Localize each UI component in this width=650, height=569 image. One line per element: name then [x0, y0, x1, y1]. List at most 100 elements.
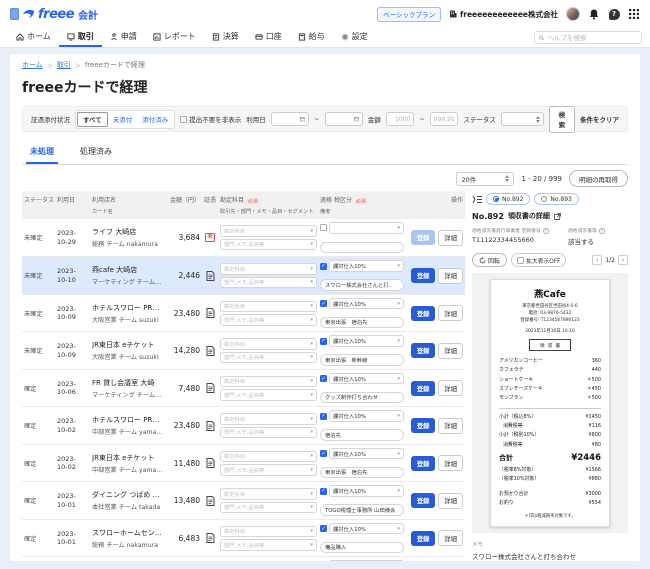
tax-category-select[interactable]: 課対仕入10%▾: [329, 560, 404, 561]
tax-category-select[interactable]: 課対仕入10%▾: [329, 298, 404, 310]
register-button[interactable]: 登録: [411, 268, 436, 283]
tax-category-select[interactable]: 課対仕入10%▾: [329, 410, 404, 422]
table-row[interactable]: 確定 2023-10-06 FR 貸し会議室 大崎 マーケティング チーム ta…: [22, 370, 465, 408]
register-button[interactable]: 登録: [411, 381, 436, 396]
missing-receipt-icon[interactable]: 未: [203, 233, 217, 242]
receipt-tab-no892[interactable]: No.892: [486, 193, 530, 205]
nav-item-requests[interactable]: 申請: [102, 28, 145, 47]
detail-button[interactable]: 詳細: [438, 380, 463, 396]
note-input[interactable]: [320, 429, 404, 441]
per-page-select[interactable]: 20件: [456, 172, 514, 186]
detail-tags-select[interactable]: 部門,メモ,品目等▾: [220, 389, 317, 401]
detail-tags-select[interactable]: 部門,メモ,品目等▾: [220, 352, 317, 364]
account-item-select[interactable]: 勘定科目▾: [220, 488, 317, 500]
account-item-select[interactable]: 勘定科目▾: [220, 301, 317, 313]
nav-item-settings[interactable]: 設定: [333, 28, 376, 47]
table-row[interactable]: 未確定 2023-10-10 燕cafe 大崎店 マーケティング チーム tan…: [22, 257, 465, 295]
evidence-filter-unattached[interactable]: 未添付: [108, 113, 138, 126]
register-button[interactable]: 登録: [411, 493, 436, 508]
question-icon[interactable]: ?: [543, 228, 549, 234]
tax-category-select[interactable]: 課対仕入10%▾: [329, 523, 404, 535]
qualified-checkbox[interactable]: ✓: [320, 525, 327, 532]
account-item-select[interactable]: 勘定科目▾: [220, 263, 317, 275]
table-row[interactable]: 確定 2023-10-01 ダイニング つばめ 大崎店 本社営業 チーム tak…: [22, 482, 465, 520]
note-input[interactable]: [320, 279, 404, 291]
note-input[interactable]: [320, 467, 404, 479]
tax-category-select[interactable]: 課対仕入10%▾: [329, 260, 404, 272]
detail-tags-select[interactable]: 部門,メモ,品目等▾: [220, 539, 317, 551]
receipt-tab-no893[interactable]: No.893: [534, 193, 578, 205]
document-icon[interactable]: [203, 421, 217, 431]
detail-button[interactable]: 詳細: [438, 268, 463, 284]
detail-tags-select[interactable]: 部門,メモ,品目等▾: [220, 277, 317, 289]
table-row[interactable]: 確定 2023-10-01 FR 貸し会議室 大崎 マーケティング チーム ta…: [22, 557, 465, 561]
document-icon[interactable]: [203, 271, 217, 281]
detail-button[interactable]: 詳細: [438, 305, 463, 321]
detail-tags-select[interactable]: 部門,メモ,品目等▾: [220, 427, 317, 439]
detail-list-icon[interactable]: [472, 195, 482, 204]
detail-button[interactable]: 詳細: [438, 455, 463, 471]
detail-button[interactable]: 詳細: [438, 230, 463, 246]
document-icon[interactable]: [203, 458, 217, 468]
qualified-checkbox[interactable]: ✓: [320, 338, 327, 345]
usage-date-from-input[interactable]: [271, 112, 309, 126]
account-item-select[interactable]: 勘定科目▾: [220, 225, 317, 237]
help-icon[interactable]: ?: [608, 8, 620, 20]
refetch-details-button[interactable]: 明細の再取得: [569, 170, 628, 187]
document-icon[interactable]: [203, 496, 217, 506]
register-button[interactable]: 登録: [411, 306, 436, 321]
register-button[interactable]: 登録: [411, 456, 436, 471]
freee-logo[interactable]: freee 会計: [10, 7, 98, 22]
register-button[interactable]: 登録: [411, 343, 436, 358]
document-icon[interactable]: [203, 308, 217, 318]
evidence-filter-all[interactable]: すべて: [77, 112, 108, 127]
qualified-checkbox[interactable]: ✓: [320, 488, 327, 495]
apps-grid-icon[interactable]: [628, 8, 640, 20]
status-filter-select[interactable]: [501, 112, 544, 126]
amount-max-input[interactable]: [430, 112, 459, 126]
qualified-checkbox[interactable]: ✓: [320, 450, 327, 457]
breadcrumb-home-link[interactable]: ホーム: [22, 60, 43, 70]
table-row[interactable]: 確定 2023-10-02 ホテルスワロー PREMIUM東京… 中部営業 チー…: [22, 407, 465, 445]
notifications-bell-icon[interactable]: [588, 8, 600, 20]
qualified-checkbox[interactable]: ✓: [320, 413, 327, 420]
register-button[interactable]: 登録: [411, 531, 436, 546]
nav-item-closing[interactable]: 決算: [204, 28, 247, 47]
amount-min-input[interactable]: [386, 112, 415, 126]
tab-unprocessed[interactable]: 未処理: [26, 142, 58, 164]
nav-item-accounts[interactable]: 口座: [247, 28, 290, 47]
help-search-box[interactable]: [534, 31, 642, 44]
document-icon[interactable]: [203, 533, 217, 543]
receipt-page-next[interactable]: ›: [618, 255, 628, 265]
evidence-filter-attached[interactable]: 添付済み: [137, 113, 173, 126]
note-input[interactable]: [320, 242, 404, 254]
detail-button[interactable]: 詳細: [438, 493, 463, 509]
question-icon[interactable]: ?: [599, 228, 605, 234]
note-input[interactable]: [320, 354, 404, 366]
company-switcher[interactable]: freeeeeeeeeeee株式会社: [449, 9, 558, 20]
qualified-checkbox[interactable]: [320, 224, 327, 231]
detail-tags-select[interactable]: 部門,メモ,品目等▾: [220, 239, 317, 251]
register-button[interactable]: 登録: [411, 230, 436, 245]
external-link-icon[interactable]: [554, 213, 561, 220]
usage-date-to-input[interactable]: [325, 112, 363, 126]
breadcrumb-transactions-link[interactable]: 取引: [57, 60, 71, 70]
tax-category-select[interactable]: 課対仕入10%▾: [329, 485, 404, 497]
tab-processed[interactable]: 処理済み: [76, 142, 116, 164]
note-input[interactable]: [320, 504, 404, 516]
detail-button[interactable]: 詳細: [438, 343, 463, 359]
note-input[interactable]: [320, 392, 404, 404]
account-item-select[interactable]: 勘定科目▾: [220, 338, 317, 350]
account-item-select[interactable]: 勘定科目▾: [220, 413, 317, 425]
detail-button[interactable]: 詳細: [438, 530, 463, 546]
detail-tags-select[interactable]: 部門,メモ,品目等▾: [220, 314, 317, 326]
register-button[interactable]: 登録: [411, 418, 436, 433]
account-item-select[interactable]: 勘定科目▾: [220, 526, 317, 538]
detail-tags-select[interactable]: 部門,メモ,品目等▾: [220, 502, 317, 514]
table-row[interactable]: 確定 2023-10-02 JR東日本 eチケット 中部営業 チーム yamad…: [22, 445, 465, 483]
table-row[interactable]: 未確定 2023-10-29 ライフ 大崎店 総務 チーム nakamura 3…: [22, 219, 465, 257]
nav-item-home[interactable]: ホーム: [8, 28, 59, 47]
hide-unneeded-checkbox[interactable]: 提出不要を非表示: [180, 114, 241, 124]
help-search-input[interactable]: [547, 34, 637, 42]
document-icon[interactable]: [203, 346, 217, 356]
